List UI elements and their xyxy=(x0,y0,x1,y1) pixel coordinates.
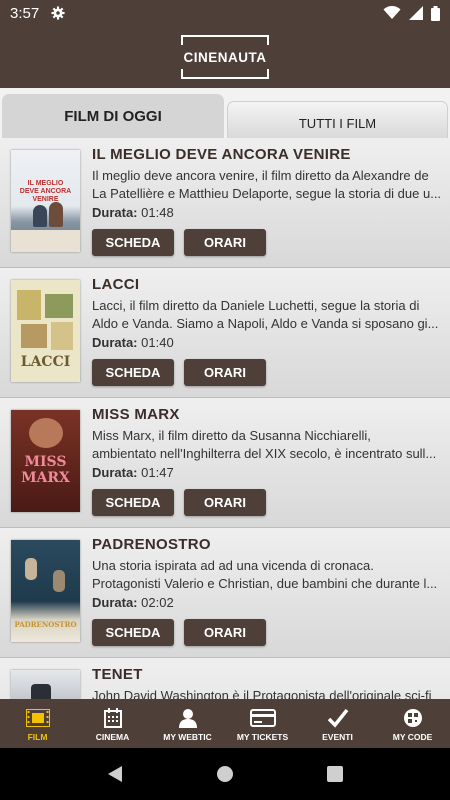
system-navigation-bar xyxy=(0,748,450,800)
scheda-button[interactable]: SCHEDA xyxy=(92,619,174,646)
check-icon xyxy=(327,708,348,728)
orari-button[interactable]: ORARI xyxy=(184,619,266,646)
film-description: Il meglio deve ancora venire, il film di… xyxy=(92,168,442,201)
tab-film-di-oggi[interactable]: FILM DI OGGI xyxy=(2,94,224,138)
nav-my-tickets[interactable]: MY TICKETS xyxy=(225,699,300,748)
film-title[interactable]: IL MEGLIO DEVE ANCORA VENIRE xyxy=(92,146,444,165)
status-icons xyxy=(383,5,440,21)
nav-film[interactable]: FILM xyxy=(0,699,75,748)
film-icon xyxy=(25,709,50,727)
film-duration: Durata: 01:40 xyxy=(92,335,174,350)
tab-bar: FILM DI OGGI TUTTI I FILM xyxy=(0,88,450,138)
film-card-lacci[interactable]: LACCI LACCI Lacci, il film diretto da Da… xyxy=(0,268,450,398)
calendar-icon xyxy=(103,708,122,728)
film-card-il-meglio[interactable]: IL MEGLIO DEVE ANCORA VENIRE IL MEGLIO DEV… xyxy=(0,138,450,268)
orari-button[interactable]: ORARI xyxy=(184,359,266,386)
cinenauta-logo: CINENAUTA xyxy=(181,35,269,79)
film-poster[interactable]: IL MEGLIO DEVE ANCORA VENIRE xyxy=(11,150,80,252)
user-icon xyxy=(178,709,197,728)
tab-tutti-i-film[interactable]: TUTTI I FILM xyxy=(227,101,448,138)
signal-icon xyxy=(409,6,423,20)
battery-icon xyxy=(431,5,440,21)
main-content: FILM DI OGGI TUTTI I FILM IL MEGLIO DEVE … xyxy=(0,88,450,699)
film-card-miss-marx[interactable]: MISS MARX MISS MARX Miss Marx, il film di… xyxy=(0,398,450,528)
film-poster[interactable]: LACCI xyxy=(11,280,80,382)
logo-text: CINENAUTA xyxy=(183,49,267,65)
home-icon[interactable] xyxy=(216,765,234,783)
film-duration: Durata: 02:02 xyxy=(92,595,174,610)
film-poster[interactable]: MISS MARX xyxy=(11,410,80,512)
film-title[interactable]: PADRENOSTRO xyxy=(92,536,444,555)
card-icon xyxy=(249,709,276,727)
nav-label: EVENTI xyxy=(322,732,353,742)
wifi-icon xyxy=(383,6,401,19)
film-card-padrenostro[interactable]: PADRENOSTRO PADRENOSTRO Una storia ispir… xyxy=(0,528,450,658)
film-list: IL MEGLIO DEVE ANCORA VENIRE IL MEGLIO DEV… xyxy=(0,138,450,699)
nav-my-code[interactable]: MY CODE xyxy=(375,699,450,748)
settings-gear-icon xyxy=(51,6,65,20)
bottom-navigation: FILM CINEMA MY WEBTIC MY TICKETS EVENTI … xyxy=(0,699,450,748)
nav-my-webtic[interactable]: MY WEBTIC xyxy=(150,699,225,748)
film-description: Lacci, il film diretto da Daniele Luchet… xyxy=(92,298,439,331)
orari-button[interactable]: ORARI xyxy=(184,229,266,256)
nav-label: CINEMA xyxy=(95,732,130,742)
nav-cinema[interactable]: CINEMA xyxy=(75,699,150,748)
film-description: John David Washington è il Protagonista … xyxy=(92,688,432,699)
film-description: Una storia ispirata ad ad una vicenda di… xyxy=(92,558,438,591)
film-duration: Durata: 01:47 xyxy=(92,465,174,480)
film-title[interactable]: LACCI xyxy=(92,276,444,295)
scheda-button[interactable]: SCHEDA xyxy=(92,359,174,386)
scheda-button[interactable]: SCHEDA xyxy=(92,229,174,256)
film-description: Miss Marx, il film diretto da Susanna Ni… xyxy=(92,428,437,461)
nav-label: MY CODE xyxy=(392,732,433,742)
film-poster[interactable]: PADRENOSTRO xyxy=(11,540,80,642)
recents-icon[interactable] xyxy=(327,766,344,782)
film-title[interactable]: MISS MARX xyxy=(92,406,444,425)
status-time: 3:57 xyxy=(10,4,40,22)
nav-eventi[interactable]: EVENTI xyxy=(300,699,375,748)
nav-label: MY WEBTIC xyxy=(163,732,212,742)
film-poster[interactable] xyxy=(11,670,80,699)
film-card-tenet[interactable]: TENET John David Washington è il Protago… xyxy=(0,658,450,699)
film-duration: Durata: 01:48 xyxy=(92,205,174,220)
status-bar: 3:57 xyxy=(0,0,450,26)
nav-label: MY TICKETS xyxy=(236,732,289,742)
nav-label: FILM xyxy=(27,732,48,742)
app-header: CINENAUTA xyxy=(0,26,450,88)
qrcode-icon xyxy=(403,709,422,727)
back-icon[interactable] xyxy=(107,765,123,783)
orari-button[interactable]: ORARI xyxy=(184,489,266,516)
scheda-button[interactable]: SCHEDA xyxy=(92,489,174,516)
film-title[interactable]: TENET xyxy=(92,666,444,685)
